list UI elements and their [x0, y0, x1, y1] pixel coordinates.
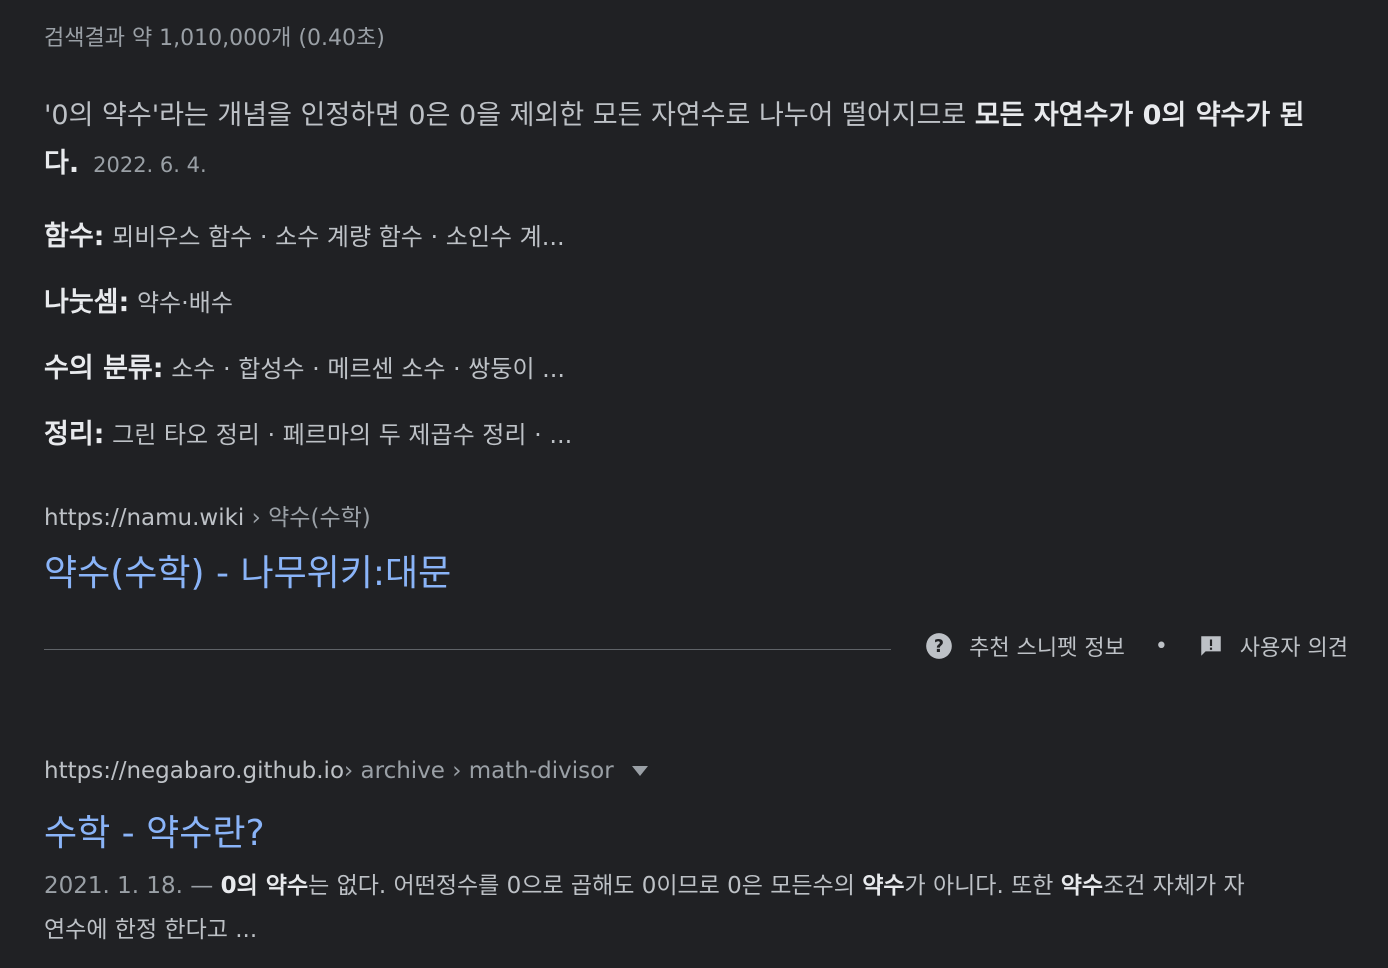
snippet-highlight: 약수 — [862, 873, 905, 899]
cite-domain: https://negabaro.github.io — [44, 758, 345, 784]
fact-label: 함수: — [44, 221, 105, 252]
fact-label: 수의 분류: — [44, 353, 164, 384]
snippet-text: 는 없다. 어떤정수를 0으로 곱해도 0이므로 0은 모든수의 — [308, 873, 863, 899]
result-title-link[interactable]: 약수(수학) - 나무위키:대문 — [44, 544, 451, 596]
date-dash: — — [183, 873, 221, 899]
separator: • — [1154, 633, 1168, 659]
fact-row-function: 함수: 뫼비우스 함수 · 소수 계량 함수 · 소인수 계... — [44, 212, 572, 278]
fact-value[interactable]: 소수 · 합성수 · 메르센 소수 · 쌍둥이 ... — [171, 355, 565, 383]
snippet-end: . — [68, 148, 80, 179]
snippet-highlight: 0의 약수 — [220, 873, 309, 899]
svg-text:?: ? — [934, 637, 944, 657]
help-icon: ? — [926, 633, 952, 659]
snippet-date: 2022. 6. 4. — [93, 153, 207, 177]
fact-list: 함수: 뫼비우스 함수 · 소수 계량 함수 · 소인수 계... 나눗셈: 약… — [44, 212, 572, 476]
result-title-link[interactable]: 수학 - 약수란? — [44, 804, 265, 856]
divider — [44, 649, 891, 650]
feedback-icon — [1201, 636, 1221, 656]
result-snippet: 2021. 1. 18. — 0의 약수는 없다. 어떤정수를 0으로 곱해도 … — [44, 864, 1254, 952]
result-stats: 검색결과 약 1,010,000개 (0.40초) — [44, 26, 385, 51]
result-cite[interactable]: https://namu.wiki › 약수(수학) — [44, 498, 371, 532]
fact-value[interactable]: 약수·배수 — [137, 289, 233, 317]
about-label: 추천 스니펫 정보 — [969, 636, 1125, 661]
result-date: 2021. 1. 18. — [44, 873, 183, 899]
featured-snippet-text: '0의 약수'라는 개념을 인정하면 0은 0을 제외한 모든 자연수로 나누어… — [44, 92, 1344, 189]
cite-path: › archive › math-divisor — [344, 758, 614, 784]
snippet-highlight: 약수 — [1060, 873, 1104, 899]
fact-row-theorem: 정리: 그린 타오 정리 · 페르마의 두 제곱수 정리 · ... — [44, 410, 572, 476]
fact-value[interactable]: 그린 타오 정리 · 페르마의 두 제곱수 정리 · ... — [112, 421, 572, 449]
about-featured-snippets-button[interactable]: ? 추천 스니펫 정보 — [925, 630, 1125, 662]
snippet-text: 가 아니다. 또한 — [904, 873, 1061, 899]
fact-value[interactable]: 뫼비우스 함수 · 소수 계량 함수 · 소인수 계... — [112, 223, 564, 251]
snippet-footer: ? 추천 스니펫 정보 • 사용자 의견 — [925, 630, 1348, 662]
chevron-down-icon[interactable] — [631, 766, 648, 776]
fact-row-division: 나눗셈: 약수·배수 — [44, 278, 572, 344]
result-cite[interactable]: https://negabaro.github.io › archive › m… — [44, 758, 648, 784]
snippet-text: '0의 약수'라는 개념을 인정하면 0은 0을 제외한 모든 자연수로 나누어… — [44, 100, 975, 131]
feedback-label: 사용자 의견 — [1239, 636, 1348, 661]
fact-label: 나눗셈: — [44, 287, 130, 318]
feedback-button[interactable]: 사용자 의견 — [1198, 630, 1348, 662]
cite-domain: https://namu.wiki — [44, 505, 245, 531]
cite-path: › 약수(수학) — [244, 505, 371, 531]
fact-row-number-class: 수의 분류: 소수 · 합성수 · 메르센 소수 · 쌍둥이 ... — [44, 344, 572, 410]
fact-label: 정리: — [44, 419, 105, 450]
